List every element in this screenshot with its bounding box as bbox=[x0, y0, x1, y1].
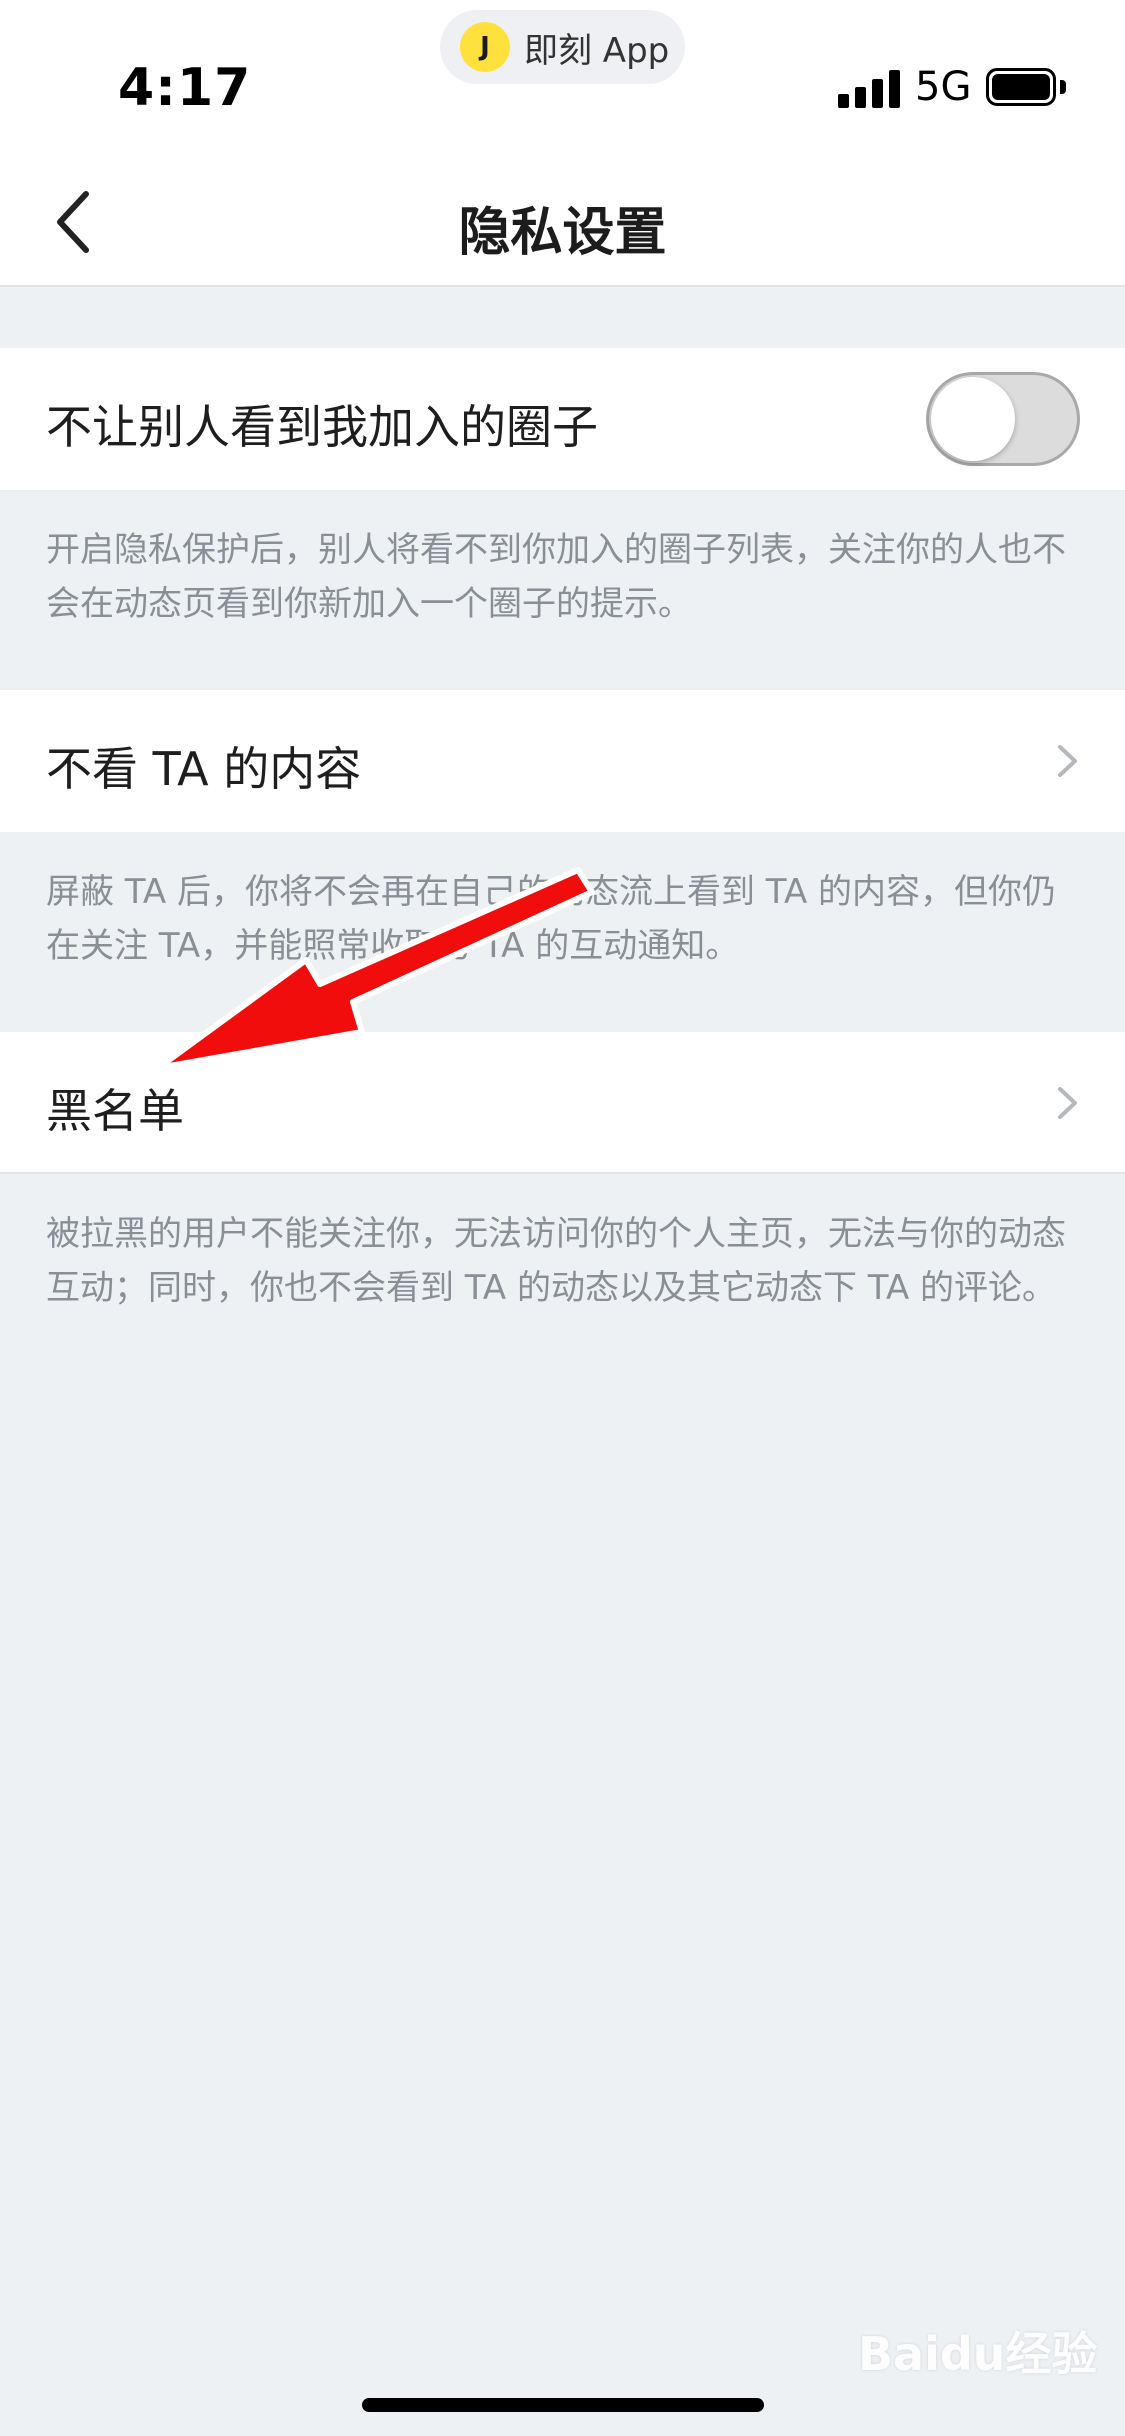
hide-circles-row[interactable]: 不让别人看到我加入的圈子 bbox=[0, 348, 1125, 490]
status-bar: 4:17 J 即刻 App 5G bbox=[0, 0, 1125, 150]
mute-content-row[interactable]: 不看 TA 的内容 bbox=[0, 690, 1125, 832]
mute-content-label: 不看 TA 的内容 bbox=[46, 742, 362, 796]
chevron-right-icon bbox=[1058, 1087, 1077, 1119]
battery-cap bbox=[1060, 80, 1066, 94]
blacklist-label: 黑名单 bbox=[46, 1084, 184, 1138]
status-time: 4:17 bbox=[118, 58, 252, 118]
chevron-right-icon bbox=[1058, 745, 1077, 777]
app-pill[interactable]: J 即刻 App bbox=[440, 10, 685, 84]
page-title: 隐私设置 bbox=[458, 203, 667, 263]
app-logo-icon: J bbox=[460, 22, 510, 72]
home-indicator[interactable] bbox=[362, 2398, 764, 2412]
hide-circles-description: 开启隐私保护后，别人将看不到你加入的圈子列表，关注你的人也不会在动态页看到你新加… bbox=[46, 530, 1066, 624]
hide-circles-label: 不让别人看到我加入的圈子 bbox=[46, 400, 598, 454]
blacklist-description: 被拉黑的用户不能关注你，无法访问你的个人主页，无法与你的动态互动；同时，你也不会… bbox=[46, 1214, 1066, 1308]
app-pill-label: 即刻 App bbox=[524, 30, 670, 71]
mute-content-description: 屏蔽 TA 后，你将不会再在自己的动态流上看到 TA 的内容，但你仍在关注 TA… bbox=[46, 872, 1057, 966]
battery-icon bbox=[986, 68, 1056, 106]
navigation-bar: 隐私设置 bbox=[0, 150, 1125, 287]
hide-circles-toggle[interactable] bbox=[926, 372, 1080, 466]
toggle-knob bbox=[931, 377, 1015, 461]
network-type: 5G bbox=[915, 64, 972, 110]
cellular-signal-icon bbox=[838, 70, 902, 108]
watermark-logo: Baidu经验 bbox=[858, 2327, 1098, 2381]
blacklist-row[interactable]: 黑名单 bbox=[0, 1032, 1125, 1174]
